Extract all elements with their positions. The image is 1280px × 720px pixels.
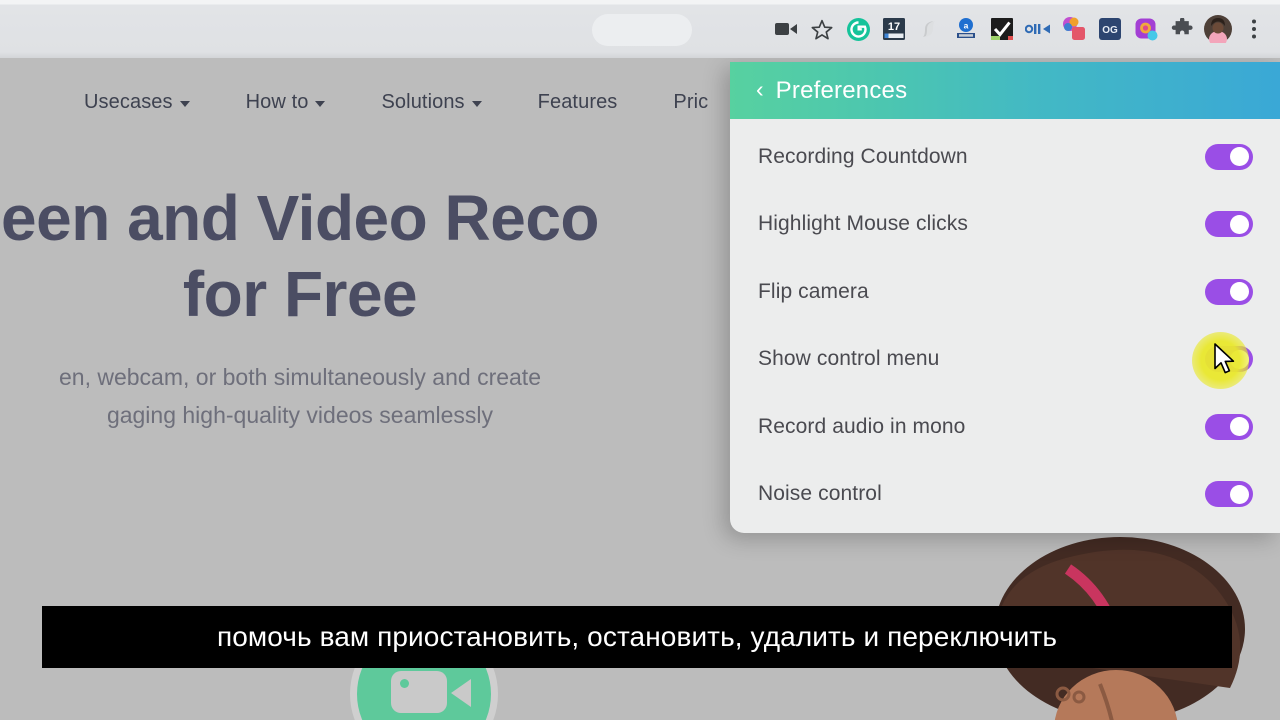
toggle-highlight-mouse-clicks[interactable] [1205,211,1253,238]
camcorder-glyph [775,23,797,35]
toggle-knob [1230,214,1249,234]
camcorder-body [391,671,447,713]
avatar-glyph [1204,15,1232,43]
palette-extension-icon[interactable] [1056,11,1092,47]
headline-line-1: een and Video Reco [1,182,600,254]
nav-label: Usecases [84,90,173,113]
page-subtitle: en, webcam, or both simultaneously and c… [0,358,765,434]
og-extension-icon[interactable]: OG [1092,11,1128,47]
check-glyph [991,18,1013,40]
preferences-list: Recording Countdown Highlight Mouse clic… [730,119,1280,528]
camcorder-lens-dot [400,679,409,688]
caption-text: помочь вам приостановить, остановить, уд… [216,621,1058,652]
video-record-icon[interactable] [768,11,804,47]
svg-text:a: a [964,21,969,31]
chevron-down-icon [179,100,190,107]
pref-row-recording-countdown[interactable]: Recording Countdown [730,123,1280,191]
palette-glyph [1063,17,1085,40]
camera-glyph [1135,18,1157,40]
grammarly-extension-icon[interactable] [840,11,876,47]
toggle-flip-camera[interactable] [1205,278,1253,305]
calendar-extension-icon[interactable]: 17 [876,11,912,47]
badge-extension-icon[interactable]: a [948,11,984,47]
badge-glyph: a [957,18,975,38]
bookmark-star-icon[interactable] [804,11,840,47]
kebab-glyph [1252,19,1256,39]
nav-item-features[interactable]: Features [538,91,618,114]
toggle-knob [1230,484,1249,504]
chevron-down-icon [315,100,326,107]
toggle-show-control-menu[interactable] [1205,346,1253,373]
pref-label: Recording Countdown [758,144,968,168]
pref-label: Flip camera [758,279,869,303]
camcorder-triangle [451,679,471,707]
camera-extension-icon[interactable] [1128,11,1164,47]
nav-label: Pric [673,90,709,113]
toggle-knob [1230,147,1249,167]
chevron-down-icon [471,100,482,107]
toggle-record-audio-in-mono[interactable] [1205,413,1253,440]
extensions-puzzle-icon[interactable] [1164,11,1200,47]
subtitle-line-2: gaging high-quality videos seamlessly [106,402,494,428]
pref-row-highlight-mouse-clicks[interactable]: Highlight Mouse clicks [730,191,1280,259]
grammarly-glyph [846,17,870,41]
svg-text:OG: OG [1102,25,1118,36]
subtitle-line-1: en, webcam, or both simultaneously and c… [59,364,541,390]
toggle-recording-countdown[interactable] [1205,143,1253,170]
star-glyph [811,19,833,40]
nav-label: Solutions [381,90,465,113]
nav-item-solutions[interactable]: Solutions [381,90,482,114]
preferences-header: ‹ Preferences [730,62,1280,119]
toggle-knob [1230,349,1249,369]
back-chevron-icon[interactable]: ‹ [756,78,764,101]
calendar-glyph: 17 [883,18,905,40]
puzzle-glyph [1171,18,1193,35]
og-glyph: OG [1099,18,1121,40]
pref-label: Highlight Mouse clicks [758,212,968,236]
pref-row-record-audio-in-mono[interactable]: Record audio in mono [730,393,1280,461]
pref-row-show-control-menu[interactable]: Show control menu [730,326,1280,394]
nav-item-how-to[interactable]: How to [246,91,326,114]
nav-item-usecases[interactable]: Usecases [84,91,190,114]
toolbar-icon-row: 17 a OG [768,0,1272,58]
pref-label: Show control menu [758,347,940,371]
nav-item-pricing[interactable]: Pric [673,91,708,114]
preferences-panel: ‹ Preferences Recording Countdown Highli… [730,62,1280,533]
toggle-noise-control[interactable] [1205,481,1253,508]
nav-label: How to [245,90,309,113]
olli-extension-icon[interactable] [1020,11,1056,47]
omnibox-action-pill [592,14,692,46]
browser-toolbar: 17 a OG [0,0,1280,58]
pref-row-noise-control[interactable]: Noise control [730,461,1280,529]
profile-avatar[interactable] [1200,11,1236,47]
swirl-extension-icon[interactable] [912,11,948,47]
page-title: een and Video Reco for Free [0,180,770,332]
pref-row-flip-camera[interactable]: Flip camera [730,258,1280,326]
checkmark-extension-icon[interactable] [984,11,1020,47]
headline-line-2: for Free [182,258,418,330]
preferences-title: Preferences [775,76,908,104]
svg-text:17: 17 [888,21,900,33]
chrome-menu-icon[interactable] [1236,11,1272,47]
subtitle-caption-bar: помочь вам приостановить, остановить, уд… [42,606,1232,668]
pref-label: Record audio in mono [758,414,966,438]
olli-glyph [1025,24,1050,34]
swirl-glyph [922,21,936,37]
nav-label: Features [537,90,618,113]
toggle-knob [1230,282,1249,302]
toggle-knob [1230,417,1249,437]
pref-label: Noise control [758,482,882,506]
